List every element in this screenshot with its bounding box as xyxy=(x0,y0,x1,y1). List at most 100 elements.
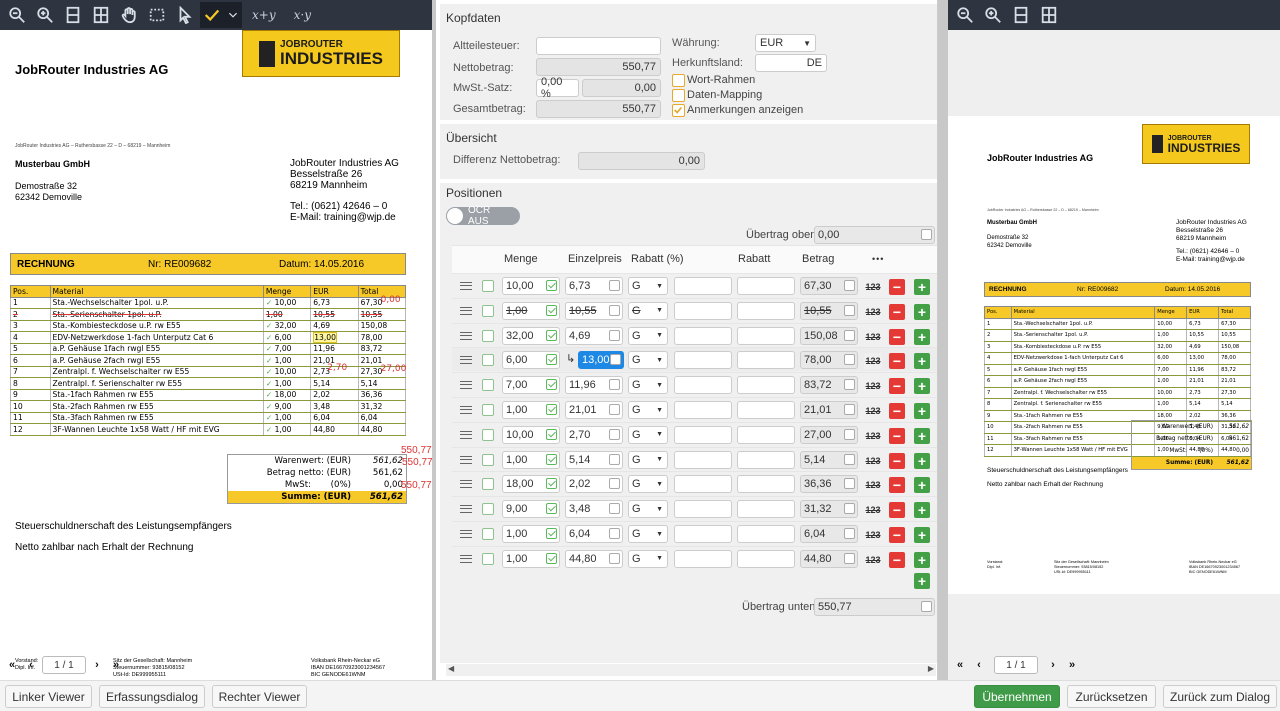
col-rabatt-pct[interactable]: Rabatt (%) xyxy=(631,245,684,273)
drag-handle-icon[interactable] xyxy=(460,331,472,340)
einzelpreis-input[interactable]: 2,02 xyxy=(565,475,623,494)
chevron-down-icon[interactable] xyxy=(224,2,242,28)
rabatt-input[interactable] xyxy=(737,401,795,419)
checkmark-icon[interactable] xyxy=(200,2,224,28)
remove-row-button[interactable]: − xyxy=(889,353,905,370)
rabatt-pct-input[interactable] xyxy=(674,277,732,295)
row-select-checkbox[interactable] xyxy=(482,453,494,466)
uebertrag-unten-input[interactable]: 550,77 xyxy=(814,598,935,616)
insert-row-button[interactable]: + xyxy=(914,427,930,444)
rabatt-type-select[interactable]: G ▼ xyxy=(628,301,668,320)
next-page-icon[interactable]: › xyxy=(89,657,105,673)
add-row-button[interactable]: + xyxy=(914,573,930,589)
menge-confirm-checkbox[interactable] xyxy=(546,503,557,515)
einzelpreis-input[interactable]: 10,55 xyxy=(565,301,623,320)
menge-input[interactable]: 18,00 xyxy=(502,475,560,494)
row-select-checkbox[interactable] xyxy=(482,552,494,565)
zoom-in-icon[interactable] xyxy=(980,2,1006,28)
zurueck-button[interactable]: Zurück zum Dialog xyxy=(1163,685,1277,708)
drag-handle-icon[interactable] xyxy=(460,480,472,489)
drag-handle-icon[interactable] xyxy=(460,381,472,390)
preis-confirm-checkbox[interactable] xyxy=(609,478,620,490)
menge-confirm-checkbox[interactable] xyxy=(546,478,557,490)
drag-handle-icon[interactable] xyxy=(460,505,472,514)
daten-mapping-checkbox[interactable] xyxy=(672,89,685,102)
betrag-confirm-checkbox[interactable] xyxy=(844,354,855,366)
insert-row-button[interactable]: + xyxy=(914,452,930,469)
calculate-button[interactable]: 123 xyxy=(864,403,882,419)
linker-viewer-button[interactable]: Linker Viewer xyxy=(5,685,92,708)
rabatt-type-select[interactable]: G ▼ xyxy=(628,425,668,444)
uebertrag-oben-input[interactable]: 0,00 xyxy=(814,226,935,244)
next-page-icon[interactable]: › xyxy=(1045,657,1061,673)
calculate-button[interactable]: 123 xyxy=(864,502,882,519)
altteilesteuer-input[interactable] xyxy=(536,37,661,55)
prev-page-icon[interactable]: ‹ xyxy=(971,657,987,673)
drag-handle-icon[interactable] xyxy=(460,430,472,439)
menge-input[interactable]: 1,00 xyxy=(502,450,560,469)
calculate-button[interactable]: 123 xyxy=(864,279,882,295)
preis-confirm-checkbox[interactable] xyxy=(609,528,620,539)
betrag-input[interactable]: 67,30 xyxy=(800,277,858,295)
preis-confirm-checkbox[interactable] xyxy=(609,404,620,415)
rabatt-type-select[interactable]: G ▼ xyxy=(628,549,668,568)
rabatt-input[interactable] xyxy=(737,450,795,469)
insert-row-button[interactable]: + xyxy=(914,378,930,395)
calculate-button[interactable]: 123 xyxy=(864,527,882,543)
betrag-confirm-checkbox[interactable] xyxy=(844,453,855,465)
rabatt-type-select[interactable]: G ▼ xyxy=(628,376,668,395)
remove-row-button[interactable]: − xyxy=(889,328,905,345)
uebernehmen-button[interactable]: Übernehmen xyxy=(974,685,1060,708)
zoom-out-icon[interactable] xyxy=(4,2,30,28)
betrag-confirm-checkbox[interactable] xyxy=(844,552,855,564)
menge-input[interactable]: 10,00 xyxy=(502,277,560,295)
rabatt-pct-input[interactable] xyxy=(674,450,732,469)
remove-row-button[interactable]: − xyxy=(889,527,905,543)
rabatt-type-select[interactable]: G ▼ xyxy=(628,351,668,370)
menge-input[interactable]: 1,00 xyxy=(502,549,560,568)
betrag-input[interactable]: 5,14 xyxy=(800,450,858,469)
fit-page-icon[interactable] xyxy=(1036,2,1062,28)
insert-row-button[interactable]: + xyxy=(914,477,930,494)
calculate-button[interactable]: 123 xyxy=(864,551,882,568)
preis-confirm-checkbox[interactable] xyxy=(609,453,620,465)
menge-input[interactable]: 7,00 xyxy=(502,376,560,395)
remove-row-button[interactable]: − xyxy=(889,477,905,494)
remove-row-button[interactable]: − xyxy=(889,303,905,320)
insert-row-button[interactable]: + xyxy=(914,279,930,295)
right-splitter[interactable] xyxy=(938,0,948,680)
calculate-button[interactable]: 123 xyxy=(864,427,882,444)
remove-row-button[interactable]: − xyxy=(889,452,905,469)
pointer-icon[interactable] xyxy=(172,2,198,28)
rabatt-type-select[interactable]: G ▼ xyxy=(628,525,668,543)
fit-height-icon[interactable] xyxy=(1008,2,1034,28)
menge-confirm-checkbox[interactable] xyxy=(546,280,557,291)
menge-input[interactable]: 1,00 xyxy=(502,401,560,419)
rabatt-pct-input[interactable] xyxy=(674,425,732,444)
drag-handle-icon[interactable] xyxy=(460,282,472,290)
sum-button[interactable]: x+y xyxy=(244,8,284,22)
row-select-checkbox[interactable] xyxy=(482,528,494,540)
drag-handle-icon[interactable] xyxy=(460,406,472,414)
rabatt-type-select[interactable]: G ▼ xyxy=(628,475,668,494)
betrag-confirm-checkbox[interactable] xyxy=(844,379,855,391)
menge-input[interactable]: 9,00 xyxy=(502,500,560,519)
row-select-checkbox[interactable] xyxy=(482,280,494,292)
preis-confirm-checkbox[interactable] xyxy=(609,379,620,391)
betrag-input[interactable]: 31,32 xyxy=(800,500,858,519)
drag-handle-icon[interactable] xyxy=(460,455,472,464)
preis-confirm-checkbox[interactable] xyxy=(609,503,620,515)
nettobetrag-input[interactable]: 550,77 xyxy=(536,58,661,76)
einzelpreis-input[interactable]: 11,96 xyxy=(565,376,623,395)
remove-row-button[interactable]: − xyxy=(889,279,905,295)
row-select-checkbox[interactable] xyxy=(482,478,494,491)
menge-input[interactable]: 10,00 xyxy=(502,425,560,444)
product-button[interactable]: x·y xyxy=(286,8,319,22)
row-select-checkbox[interactable] xyxy=(482,503,494,516)
herkunftsland-input[interactable]: DE xyxy=(755,54,827,72)
row-select-checkbox[interactable] xyxy=(482,404,494,416)
einzelpreis-input[interactable]: 21,01 xyxy=(565,401,623,419)
scroll-right-icon[interactable]: ▶ xyxy=(928,664,934,673)
preis-confirm-checkbox[interactable] xyxy=(609,552,620,564)
rabatt-type-select[interactable]: G ▼ xyxy=(628,401,668,419)
